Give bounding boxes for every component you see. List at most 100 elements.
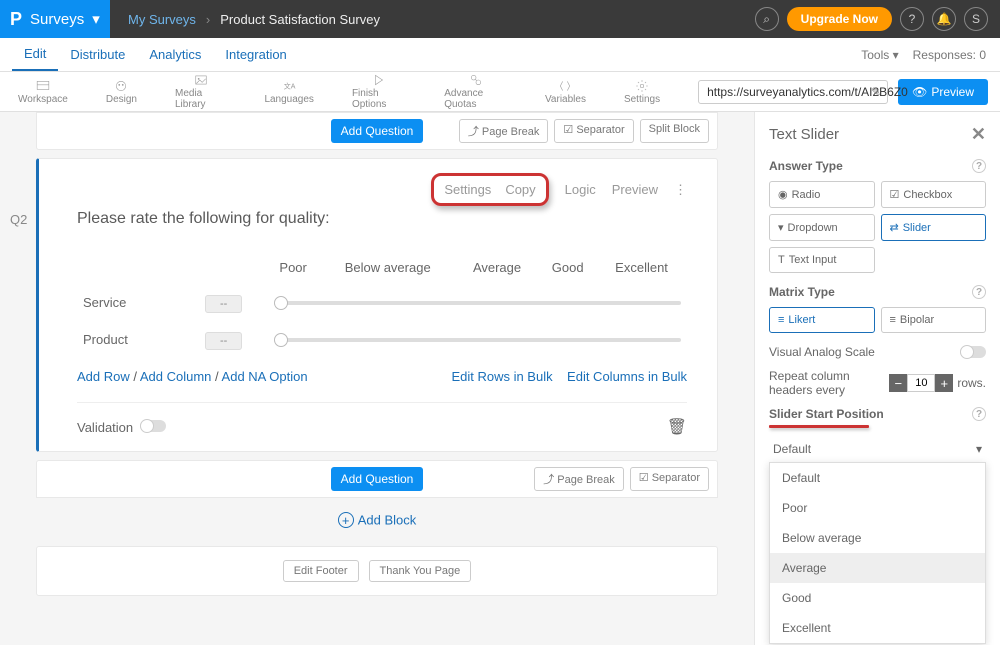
help-icon[interactable]: ? xyxy=(972,159,986,173)
validation-toggle[interactable] xyxy=(140,420,166,432)
edit-cols-bulk-link[interactable]: Edit Columns in Bulk xyxy=(567,369,687,384)
slider[interactable] xyxy=(278,301,681,305)
reset-button[interactable]: -- xyxy=(205,295,242,313)
q-settings[interactable]: Settings xyxy=(444,182,491,197)
slider-thumb[interactable] xyxy=(274,296,288,310)
help-icon[interactable]: ? xyxy=(972,407,986,421)
highlighted-actions: Settings Copy xyxy=(431,173,548,206)
q-copy[interactable]: Copy xyxy=(505,182,535,197)
dd-item[interactable]: Excellent xyxy=(770,613,985,643)
slider[interactable] xyxy=(278,338,681,342)
dd-item[interactable]: Default xyxy=(770,463,985,493)
opt-text[interactable]: TText Input xyxy=(769,247,875,273)
tab-edit[interactable]: Edit xyxy=(12,38,58,71)
tab-distribute[interactable]: Distribute xyxy=(58,39,137,70)
help-icon[interactable]: ? xyxy=(900,7,924,31)
breadcrumb: My Surveys › Product Satisfaction Survey xyxy=(128,12,380,27)
tools-dropdown[interactable]: Tools ▾ xyxy=(861,48,898,62)
q-preview[interactable]: Preview xyxy=(612,182,658,197)
question-actions: Settings Copy Logic Preview ⋮ xyxy=(77,173,687,206)
tool-languages[interactable]: 文ALanguages xyxy=(264,79,314,105)
edit-rows-bulk-link[interactable]: Edit Rows in Bulk xyxy=(451,369,552,384)
add-block-button[interactable]: +Add Block xyxy=(36,512,718,528)
rows-suffix: rows. xyxy=(957,376,986,390)
slider-row: Product -- xyxy=(79,322,685,357)
slider-start-dropdown[interactable]: Default▾ Default Poor Below average Aver… xyxy=(769,436,986,463)
add-row-link[interactable]: Add Row xyxy=(77,369,130,384)
dd-item[interactable]: Good xyxy=(770,583,985,613)
dd-item[interactable]: Below average xyxy=(770,523,985,553)
chevron-down-icon: ▾ xyxy=(976,442,982,456)
slider-matrix: Poor Below average Average Good Excellen… xyxy=(77,250,687,359)
app-logo[interactable]: P Surveys ▾ xyxy=(0,0,110,38)
separator-chip[interactable]: ☑ Separator xyxy=(630,467,709,491)
thank-you-button[interactable]: Thank You Page xyxy=(369,560,472,582)
tool-media[interactable]: Media Library xyxy=(175,73,226,110)
slider-thumb[interactable] xyxy=(274,333,288,347)
tool-quotas[interactable]: Advance Quotas xyxy=(444,73,507,110)
opt-radio[interactable]: ◉Radio xyxy=(769,181,875,208)
tool-workspace[interactable]: Workspace xyxy=(18,79,68,105)
help-icon[interactable]: ? xyxy=(972,285,986,299)
text-icon: T xyxy=(778,254,785,266)
repeat-headers-label: Repeat column headers every xyxy=(769,369,889,397)
q-logic[interactable]: Logic xyxy=(565,182,596,197)
opt-slider[interactable]: ⇄Slider xyxy=(881,214,987,241)
footer-card: Edit Footer Thank You Page xyxy=(36,546,718,596)
opt-dropdown[interactable]: ▾Dropdown xyxy=(769,214,875,241)
question-title[interactable]: Please rate the following for quality: xyxy=(77,210,687,228)
reset-button[interactable]: -- xyxy=(205,332,242,350)
preview-button[interactable]: 👁Preview xyxy=(898,79,988,105)
tab-integration[interactable]: Integration xyxy=(213,39,298,70)
tool-design[interactable]: Design xyxy=(106,79,137,105)
validation-label: Validation xyxy=(77,420,133,435)
page-break-chip[interactable]: ⤴ Page Break xyxy=(534,467,624,491)
tool-variables[interactable]: Variables xyxy=(545,79,586,105)
breadcrumb-root[interactable]: My Surveys xyxy=(128,12,196,27)
repeat-stepper[interactable]: − + xyxy=(889,374,953,392)
dd-item[interactable]: Poor xyxy=(770,493,985,523)
breadcrumb-title: Product Satisfaction Survey xyxy=(220,12,380,27)
logo-icon: P xyxy=(10,9,22,30)
main-tabs: Edit Distribute Analytics Integration To… xyxy=(0,38,1000,72)
trash-icon[interactable]: 🗑 xyxy=(667,417,687,437)
upgrade-button[interactable]: Upgrade Now xyxy=(787,7,892,31)
survey-url[interactable]: https://surveyanalytics.com/t/AI2B6Z0✎ xyxy=(698,80,888,104)
separator-chip[interactable]: ☑ Separator xyxy=(554,119,633,143)
close-icon[interactable]: ✕ xyxy=(971,124,986,145)
row-label[interactable]: Product xyxy=(79,322,199,357)
split-block-chip[interactable]: Split Block xyxy=(640,119,709,143)
slider-icon: ⇄ xyxy=(890,221,899,234)
repeat-value-input[interactable] xyxy=(907,374,935,392)
opt-checkbox[interactable]: ☑Checkbox xyxy=(881,181,987,208)
dd-item[interactable]: Average xyxy=(770,553,985,583)
eye-icon: 👁 xyxy=(912,85,927,99)
top-right-tools: ⌕ Upgrade Now ? 🔔 S xyxy=(755,7,1000,31)
question-card: Settings Copy Logic Preview ⋮ Please rat… xyxy=(36,158,718,452)
add-question-button[interactable]: Add Question xyxy=(331,119,424,143)
add-column-link[interactable]: Add Column xyxy=(140,369,212,384)
kebab-icon[interactable]: ⋮ xyxy=(674,182,687,198)
visual-analog-toggle[interactable] xyxy=(960,346,986,358)
plus-button[interactable]: + xyxy=(935,374,953,392)
opt-likert[interactable]: ≡Likert xyxy=(769,307,875,333)
highlight-underline xyxy=(769,425,869,428)
add-question-button[interactable]: Add Question xyxy=(331,467,424,491)
pencil-icon[interactable]: ✎ xyxy=(871,85,881,99)
radio-icon: ◉ xyxy=(778,188,788,201)
tool-finish[interactable]: Finish Options xyxy=(352,73,406,110)
row-label[interactable]: Service xyxy=(79,285,199,320)
page-break-chip[interactable]: ⤴ Page Break xyxy=(459,119,549,143)
avatar[interactable]: S xyxy=(964,7,988,31)
tool-settings[interactable]: Settings xyxy=(624,79,660,105)
edit-footer-button[interactable]: Edit Footer xyxy=(283,560,359,582)
add-na-link[interactable]: Add NA Option xyxy=(222,369,308,384)
slider-row: Service -- xyxy=(79,285,685,320)
tab-analytics[interactable]: Analytics xyxy=(137,39,213,70)
search-icon[interactable]: ⌕ xyxy=(755,7,779,31)
answer-type-label: Answer Type xyxy=(769,159,843,173)
bell-icon[interactable]: 🔔 xyxy=(932,7,956,31)
opt-bipolar[interactable]: ≡Bipolar xyxy=(881,307,987,333)
topbar: P Surveys ▾ My Surveys › Product Satisfa… xyxy=(0,0,1000,38)
minus-button[interactable]: − xyxy=(889,374,907,392)
